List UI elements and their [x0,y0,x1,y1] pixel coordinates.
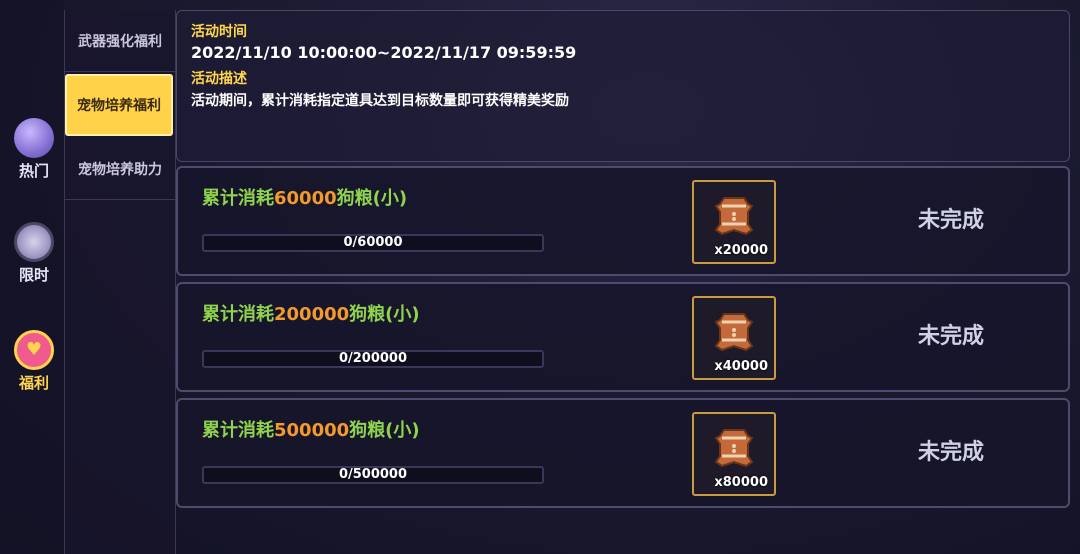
event-desc-heading: 活动描述 [191,71,247,87]
task-amount: 500000 [274,420,350,441]
subtab-pet-assist[interactable]: 宠物培养助力 [65,138,175,200]
task-prefix: 累计消耗 [202,420,274,441]
task-suffix: 狗粮(小) [336,188,408,209]
reward-quantity: x20000 [714,243,768,258]
task-card: 累计消耗500000狗粮(小) 0/500000 x80000 未完成 [176,398,1070,508]
task-amount: 60000 [274,188,337,209]
task-card: 累计消耗200000狗粮(小) 0/200000 x40000 未完成 [176,282,1070,392]
reward-slot[interactable]: x40000 [692,296,776,380]
task-title: 累计消耗60000狗粮(小) [202,184,407,210]
reward-slot[interactable]: x80000 [692,412,776,496]
category-hot[interactable]: 热门 [8,118,60,181]
clock-icon [14,222,54,262]
subtab-pet-welfare[interactable]: 宠物培养福利 [65,74,173,136]
task-progress-text: 0/200000 [338,351,408,366]
task-progress-text: 0/500000 [338,467,408,482]
subtab-list: 武器强化福利 宠物培养福利 宠物培养助力 [64,10,176,554]
event-info-panel: 活动时间 2022/11/10 10:00:00~2022/11/17 09:5… [176,10,1070,162]
category-welfare-label: 福利 [18,374,49,392]
event-desc-value: 活动期间，累计消耗指定道具达到目标数量即可获得精美奖励 [191,93,569,109]
task-suffix: 狗粮(小) [349,304,420,325]
task-status: 未完成 [918,324,985,349]
reward-quantity: x80000 [714,475,768,490]
task-prefix: 累计消耗 [202,188,274,209]
task-progress-text: 0/60000 [343,235,403,250]
task-status: 未完成 [918,208,985,233]
category-welfare[interactable]: 福利 [8,330,60,393]
task-amount: 200000 [274,304,350,325]
slime-icon [14,118,54,158]
category-limited[interactable]: 限时 [8,222,60,285]
gingerbread-item-icon [714,197,754,236]
gingerbread-item-icon [714,429,754,468]
gift-heart-icon [14,330,54,370]
gingerbread-item-icon [714,313,754,352]
category-limited-label: 限时 [18,266,49,284]
task-progress-bar: 0/500000 [202,466,544,484]
event-time-heading: 活动时间 [191,24,247,40]
event-time-value: 2022/11/10 10:00:00~2022/11/17 09:59:59 [191,43,577,62]
task-suffix: 狗粮(小) [349,420,420,441]
task-title: 累计消耗200000狗粮(小) [202,300,420,326]
category-rail: 热门 限时 福利 [0,0,64,554]
task-title: 累计消耗500000狗粮(小) [202,416,420,442]
subtab-weapon-welfare[interactable]: 武器强化福利 [65,10,175,72]
task-progress-bar: 0/200000 [202,350,544,368]
reward-quantity: x40000 [714,359,768,374]
task-progress-bar: 0/60000 [202,234,544,252]
task-card: 累计消耗60000狗粮(小) 0/60000 x20000 未完成 [176,166,1070,276]
reward-slot[interactable]: x20000 [692,180,776,264]
category-hot-label: 热门 [18,162,49,180]
task-prefix: 累计消耗 [202,304,274,325]
task-status: 未完成 [918,440,985,465]
